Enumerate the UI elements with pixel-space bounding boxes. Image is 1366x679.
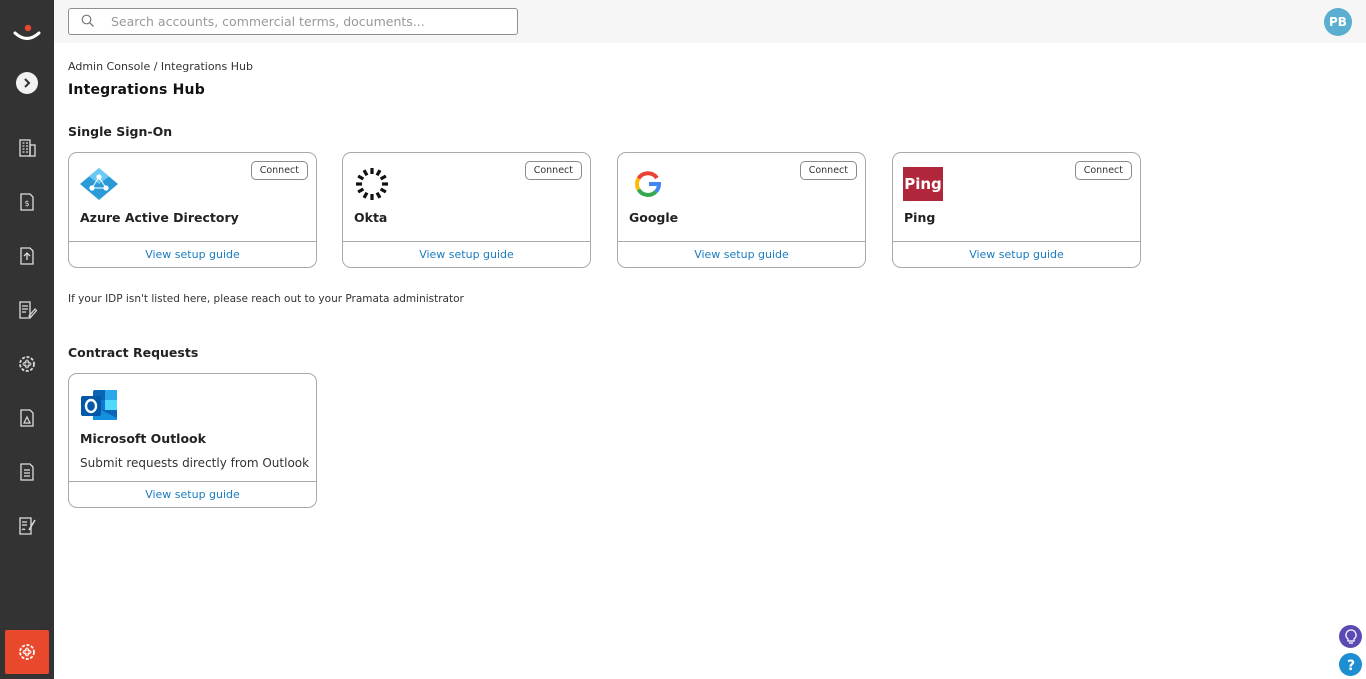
sidebar-item-integrations[interactable] (14, 351, 40, 377)
setup-guide-link-outlook[interactable]: View setup guide (145, 488, 240, 501)
card-name: Google (629, 210, 679, 225)
card-name: Okta (354, 210, 388, 225)
setup-guide-link-azure[interactable]: View setup guide (145, 248, 240, 261)
search-input[interactable] (111, 12, 501, 31)
connect-button-okta[interactable]: Connect (524, 161, 582, 180)
search-box[interactable] (68, 8, 518, 35)
atom-gear-icon (19, 644, 35, 660)
sso-card-ping: Ping Connect Ping View setup guide (892, 152, 1141, 268)
sidebar-item-contract-requests[interactable] (14, 513, 40, 539)
ping-icon: Ping (903, 167, 943, 201)
card-description: Submit requests directly from Outlook (80, 456, 310, 470)
sidebar-item-edit-document[interactable] (14, 297, 40, 323)
card-footer: View setup guide (343, 241, 590, 267)
question-icon: ? (1346, 658, 1354, 673)
building-icon (19, 139, 36, 157)
svg-text:?: ? (1346, 658, 1354, 673)
card-footer: View setup guide (618, 241, 865, 267)
top-bar: PB (54, 0, 1366, 43)
setup-guide-link-ping[interactable]: View setup guide (969, 248, 1064, 261)
pramata-logo[interactable] (13, 24, 41, 44)
sidebar-item-commercial-terms[interactable]: $ (14, 189, 40, 215)
connect-button-google[interactable]: Connect (799, 161, 857, 180)
card-name: Ping (904, 210, 936, 225)
sidebar-item-accounts[interactable] (14, 135, 40, 161)
upload-document-icon (20, 247, 34, 265)
expand-sidebar-button[interactable] (16, 72, 38, 94)
sso-card-google: Connect Google View setup guide (617, 152, 866, 268)
sidebar: $ (0, 0, 54, 679)
azure-ad-icon (80, 168, 118, 200)
chart-document-icon (20, 409, 34, 427)
sidebar-item-admin-console[interactable] (5, 630, 49, 674)
breadcrumb: Admin Console / Integrations Hub (68, 60, 253, 73)
card-name: Azure Active Directory (80, 210, 239, 225)
google-icon (635, 171, 662, 197)
connect-button-ping[interactable]: Connect (1074, 161, 1132, 180)
contract-requests-section-title: Contract Requests (68, 345, 199, 360)
lightbulb-icon (1344, 628, 1357, 644)
document-icon (20, 463, 34, 481)
svg-text:Ping: Ping (904, 175, 942, 193)
user-avatar[interactable]: PB (1324, 8, 1352, 36)
setup-guide-link-google[interactable]: View setup guide (694, 248, 789, 261)
atom-gear-icon (19, 356, 35, 372)
tips-button[interactable] (1339, 625, 1362, 648)
page-title: Integrations Hub (68, 82, 205, 98)
card-outlook: Microsoft Outlook Submit requests direct… (68, 373, 317, 508)
sso-section-title: Single Sign-On (68, 124, 173, 139)
card-footer: View setup guide (69, 481, 316, 507)
sidebar-item-upload[interactable] (14, 243, 40, 269)
sidebar-item-documents[interactable] (14, 459, 40, 485)
card-name: Microsoft Outlook (80, 431, 206, 446)
search-icon (81, 14, 94, 27)
edit-document-icon (19, 301, 38, 319)
connect-button-azure[interactable]: Connect (250, 161, 308, 180)
sidebar-item-reports[interactable] (14, 405, 40, 431)
chevron-right-icon (24, 78, 31, 88)
idp-note: If your IDP isn't listed here, please re… (68, 293, 464, 305)
outlook-icon (81, 390, 117, 420)
card-footer: View setup guide (69, 241, 316, 267)
help-button[interactable]: ? (1339, 653, 1362, 676)
svg-text:$: $ (24, 199, 29, 208)
signature-document-icon (19, 517, 36, 535)
dollar-document-icon: $ (20, 193, 34, 211)
sso-card-okta: Connect Okta View setup guide (342, 152, 591, 268)
sso-card-azure: Connect Azure Active Directory View setu… (68, 152, 317, 268)
card-footer: View setup guide (893, 241, 1140, 267)
setup-guide-link-okta[interactable]: View setup guide (419, 248, 514, 261)
okta-icon (356, 168, 388, 200)
